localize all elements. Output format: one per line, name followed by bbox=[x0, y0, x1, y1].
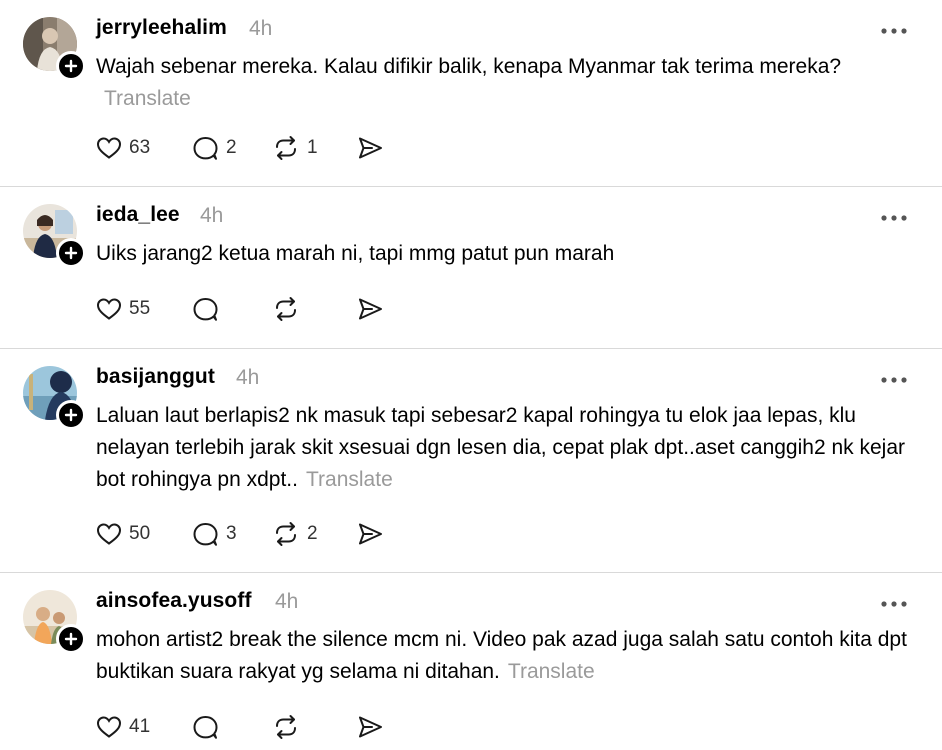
like-button[interactable]: 41 bbox=[96, 715, 191, 739]
post-text: Wajah sebenar mereka. Kalau difikir bali… bbox=[96, 55, 842, 78]
timestamp: 4h bbox=[200, 204, 224, 227]
send-icon bbox=[359, 298, 382, 320]
timestamp: 4h bbox=[249, 17, 273, 40]
follow-button[interactable] bbox=[56, 624, 86, 654]
repost-icon bbox=[276, 715, 296, 739]
repost-button[interactable] bbox=[272, 714, 356, 740]
share-button[interactable] bbox=[356, 296, 396, 322]
more-horizontal-icon bbox=[881, 28, 907, 34]
thread-post: basijanggut 4h Laluan laut berlapis2 nk … bbox=[0, 349, 942, 572]
share-button[interactable] bbox=[356, 714, 396, 740]
like-count: 63 bbox=[129, 137, 151, 158]
reply-button[interactable] bbox=[191, 714, 272, 740]
thread-post: ieda_lee 4h Uiks jarang2 ketua marah ni,… bbox=[0, 187, 942, 348]
post-body: Laluan laut berlapis2 nk masuk tapi sebe… bbox=[96, 400, 916, 496]
username[interactable]: jerryleehalim bbox=[96, 16, 227, 40]
repost-count: 1 bbox=[307, 137, 318, 158]
translate-link[interactable]: Translate bbox=[104, 87, 191, 110]
plus-icon bbox=[64, 408, 78, 422]
post-body: mohon artist2 break the silence mcm ni. … bbox=[96, 624, 916, 688]
heart-icon bbox=[96, 298, 122, 320]
follow-button[interactable] bbox=[56, 400, 86, 430]
send-icon bbox=[359, 137, 382, 159]
follow-button[interactable] bbox=[56, 238, 86, 268]
repost-button[interactable]: 2 bbox=[272, 521, 356, 547]
more-options-button[interactable] bbox=[880, 376, 908, 384]
send-icon bbox=[359, 523, 382, 545]
avatar-container bbox=[23, 17, 86, 81]
action-bar: 50 3 2 bbox=[96, 518, 396, 550]
avatar-container bbox=[23, 590, 86, 654]
reply-button[interactable]: 3 bbox=[191, 521, 272, 547]
thread-post: ainsofea.yusoff 4h mohon artist2 break t… bbox=[0, 573, 942, 750]
avatar-container bbox=[23, 204, 86, 268]
timestamp: 4h bbox=[236, 366, 260, 389]
heart-icon bbox=[96, 137, 122, 159]
reply-count: 3 bbox=[226, 523, 237, 544]
comment-icon bbox=[193, 137, 218, 160]
post-text: Uiks jarang2 ketua marah ni, tapi mmg pa… bbox=[96, 242, 615, 265]
repost-count: 2 bbox=[307, 523, 318, 544]
like-count: 50 bbox=[129, 523, 151, 544]
more-horizontal-icon bbox=[881, 377, 907, 383]
more-options-button[interactable] bbox=[880, 600, 908, 608]
comment-icon bbox=[193, 523, 218, 546]
comment-icon bbox=[193, 716, 218, 739]
repost-button[interactable]: 1 bbox=[272, 135, 356, 161]
avatar-container bbox=[23, 366, 86, 430]
action-bar: 41 bbox=[96, 711, 396, 743]
reply-button[interactable]: 2 bbox=[191, 135, 272, 161]
like-button[interactable]: 50 bbox=[96, 522, 191, 546]
like-button[interactable]: 63 bbox=[96, 136, 191, 160]
share-button[interactable] bbox=[356, 135, 396, 161]
like-button[interactable]: 55 bbox=[96, 297, 191, 321]
plus-icon bbox=[64, 59, 78, 73]
action-bar: 55 bbox=[96, 293, 396, 325]
timestamp: 4h bbox=[275, 590, 299, 613]
like-count: 41 bbox=[129, 716, 151, 737]
post-body: Wajah sebenar mereka. Kalau difikir bali… bbox=[96, 51, 916, 115]
heart-icon bbox=[96, 523, 122, 545]
more-options-button[interactable] bbox=[880, 27, 908, 35]
plus-icon bbox=[64, 632, 78, 646]
post-body: Uiks jarang2 ketua marah ni, tapi mmg pa… bbox=[96, 238, 916, 270]
username[interactable]: basijanggut bbox=[96, 365, 215, 389]
action-bar: 63 2 1 bbox=[96, 132, 396, 164]
plus-icon bbox=[64, 246, 78, 260]
more-options-button[interactable] bbox=[880, 214, 908, 222]
reply-button[interactable] bbox=[191, 296, 272, 322]
send-icon bbox=[359, 716, 382, 738]
comment-icon bbox=[193, 298, 218, 321]
post-text: mohon artist2 break the silence mcm ni. … bbox=[96, 628, 907, 683]
username[interactable]: ainsofea.yusoff bbox=[96, 589, 252, 613]
translate-link[interactable]: Translate bbox=[508, 660, 595, 683]
repost-icon bbox=[276, 136, 296, 160]
follow-button[interactable] bbox=[56, 51, 86, 81]
repost-button[interactable] bbox=[272, 296, 356, 322]
translate-link[interactable]: Translate bbox=[306, 468, 393, 491]
repost-icon bbox=[276, 522, 296, 546]
more-horizontal-icon bbox=[881, 601, 907, 607]
repost-icon bbox=[276, 297, 296, 321]
username[interactable]: ieda_lee bbox=[96, 203, 180, 227]
share-button[interactable] bbox=[356, 521, 396, 547]
like-count: 55 bbox=[129, 298, 151, 319]
heart-icon bbox=[96, 716, 122, 738]
thread-post: jerryleehalim 4h Wajah sebenar mereka. K… bbox=[0, 0, 942, 186]
reply-count: 2 bbox=[226, 137, 237, 158]
post-text: Laluan laut berlapis2 nk masuk tapi sebe… bbox=[96, 404, 905, 491]
more-horizontal-icon bbox=[881, 215, 907, 221]
